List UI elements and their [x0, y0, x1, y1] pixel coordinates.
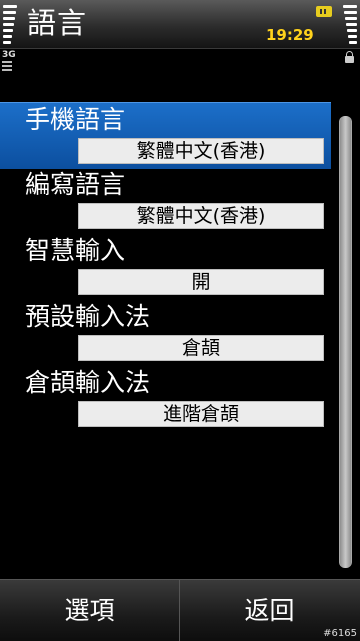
network-type-label: 3G [2, 50, 16, 60]
watermark: #6165 [323, 628, 357, 639]
setting-value: 繁體中文(香港) [78, 203, 324, 229]
network-indicator: 3G [2, 50, 16, 73]
setting-label: 編寫語言 [25, 170, 126, 199]
battery-level-icon [343, 5, 357, 45]
lock-icon [345, 51, 354, 63]
setting-label: 智慧輸入 [25, 236, 126, 265]
setting-writing-language[interactable]: 編寫語言 繁體中文(香港) [0, 168, 331, 234]
scrollbar-thumb[interactable] [340, 116, 351, 568]
options-softkey[interactable]: 選項 [0, 580, 180, 641]
setting-value: 倉頡 [78, 335, 324, 361]
softkey-bar: 選項 返回 #6165 [0, 579, 360, 641]
setting-cangjie-input-method[interactable]: 倉頡輸入法 進階倉頡 [0, 366, 331, 432]
setting-value: 繁體中文(香港) [78, 138, 324, 164]
setting-value: 開 [78, 269, 324, 295]
battery-icon [316, 6, 332, 17]
setting-label: 預設輸入法 [25, 302, 151, 331]
setting-label: 手機語言 [25, 105, 126, 134]
setting-label: 倉頡輸入法 [25, 368, 151, 397]
setting-predictive-text[interactable]: 智慧輸入 開 [0, 234, 331, 300]
status-header: 語言 19:29 [0, 0, 360, 49]
setting-phone-language[interactable]: 手機語言 繁體中文(香港) [0, 102, 331, 169]
page-title: 語言 [27, 6, 88, 40]
signal-strength-icon [3, 5, 17, 45]
setting-value: 進階倉頡 [78, 401, 324, 427]
network-activity-icon [2, 61, 16, 71]
clock: 19:29 [266, 26, 314, 44]
setting-default-input-method[interactable]: 預設輸入法 倉頡 [0, 300, 331, 366]
